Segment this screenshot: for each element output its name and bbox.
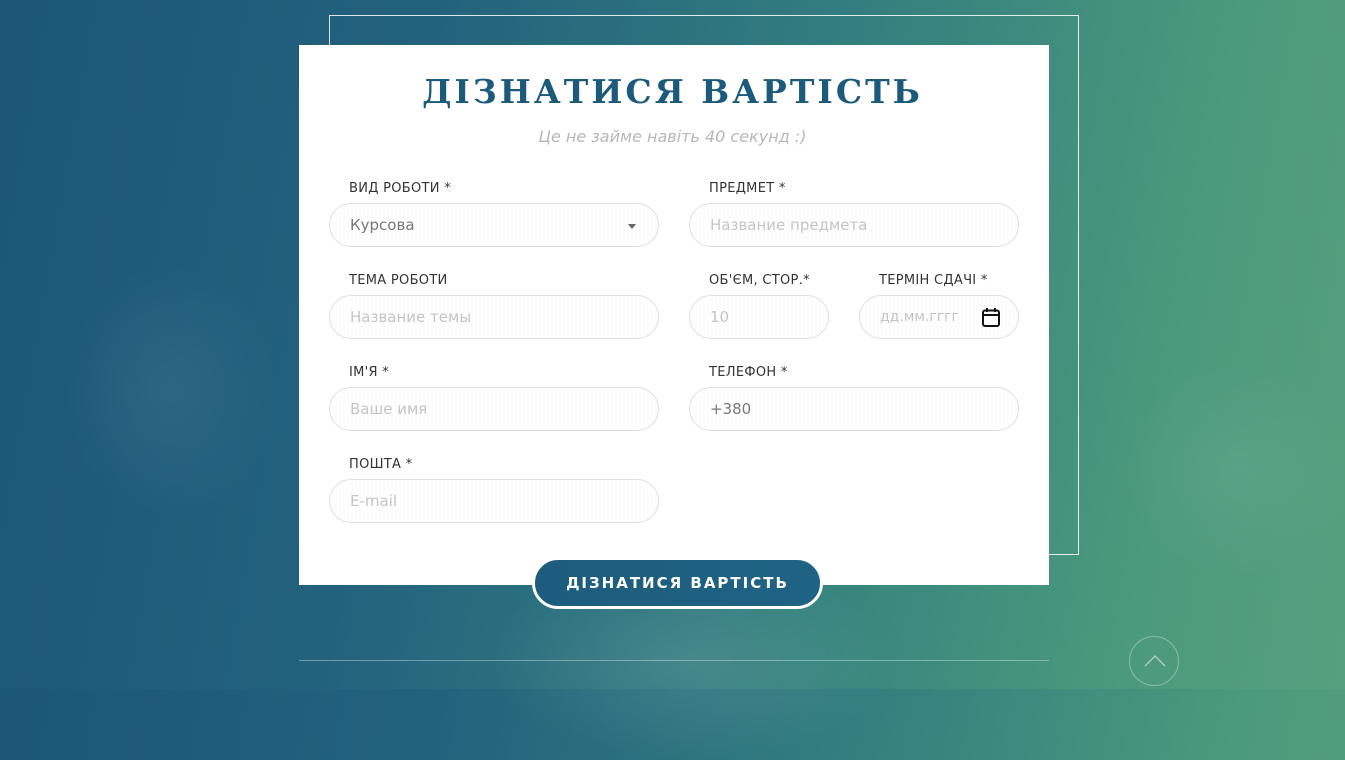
- background-glow: [1120, 360, 1345, 580]
- volume-placeholder: 10: [710, 308, 730, 326]
- name-placeholder: Ваше имя: [350, 400, 428, 418]
- email-input[interactable]: E-mail: [329, 479, 659, 523]
- form-title: ДІЗНАТИСЯ ВАРТІСТЬ: [422, 72, 923, 111]
- phone-label: ТЕЛЕФОН *: [709, 365, 788, 380]
- deadline-placeholder: дд.мм.гггг: [880, 309, 959, 325]
- chevron-up-icon: [1144, 654, 1166, 667]
- email-label: ПОШТА *: [349, 457, 413, 472]
- get-price-button[interactable]: ДІЗНАТИСЯ ВАРТІСТЬ: [532, 557, 823, 609]
- topic-label: ТЕМА РОБОТИ: [349, 273, 448, 288]
- subject-input[interactable]: Название предмета: [689, 203, 1019, 247]
- work-type-label: ВИД РОБОТИ *: [349, 181, 452, 196]
- phone-input[interactable]: +380: [689, 387, 1019, 431]
- deadline-label: ТЕРМІН СДАЧІ *: [879, 273, 988, 288]
- calendar-icon[interactable]: [981, 307, 1001, 328]
- work-type-value: Курсова: [350, 216, 415, 234]
- volume-input[interactable]: 10: [689, 295, 829, 339]
- background-glow: [60, 260, 280, 520]
- subject-label: ПРЕДМЕТ *: [709, 181, 786, 196]
- phone-value: +380: [710, 400, 752, 418]
- work-type-select[interactable]: Курсова: [329, 203, 659, 247]
- name-label: ІМ'Я *: [349, 365, 390, 380]
- topic-placeholder: Название темы: [350, 308, 472, 326]
- deadline-input[interactable]: дд.мм.гггг: [859, 295, 1019, 339]
- chevron-down-icon: [628, 224, 636, 229]
- subject-placeholder: Название предмета: [710, 216, 868, 234]
- footer-divider: [299, 660, 1049, 661]
- scroll-top-button[interactable]: [1129, 636, 1179, 686]
- email-placeholder: E-mail: [350, 492, 398, 510]
- volume-label: ОБ'ЄМ, СТОР.*: [709, 273, 810, 288]
- form-subtitle: Це не займе навіть 40 секунд :): [538, 127, 807, 146]
- name-input[interactable]: Ваше имя: [329, 387, 659, 431]
- topic-input[interactable]: Название темы: [329, 295, 659, 339]
